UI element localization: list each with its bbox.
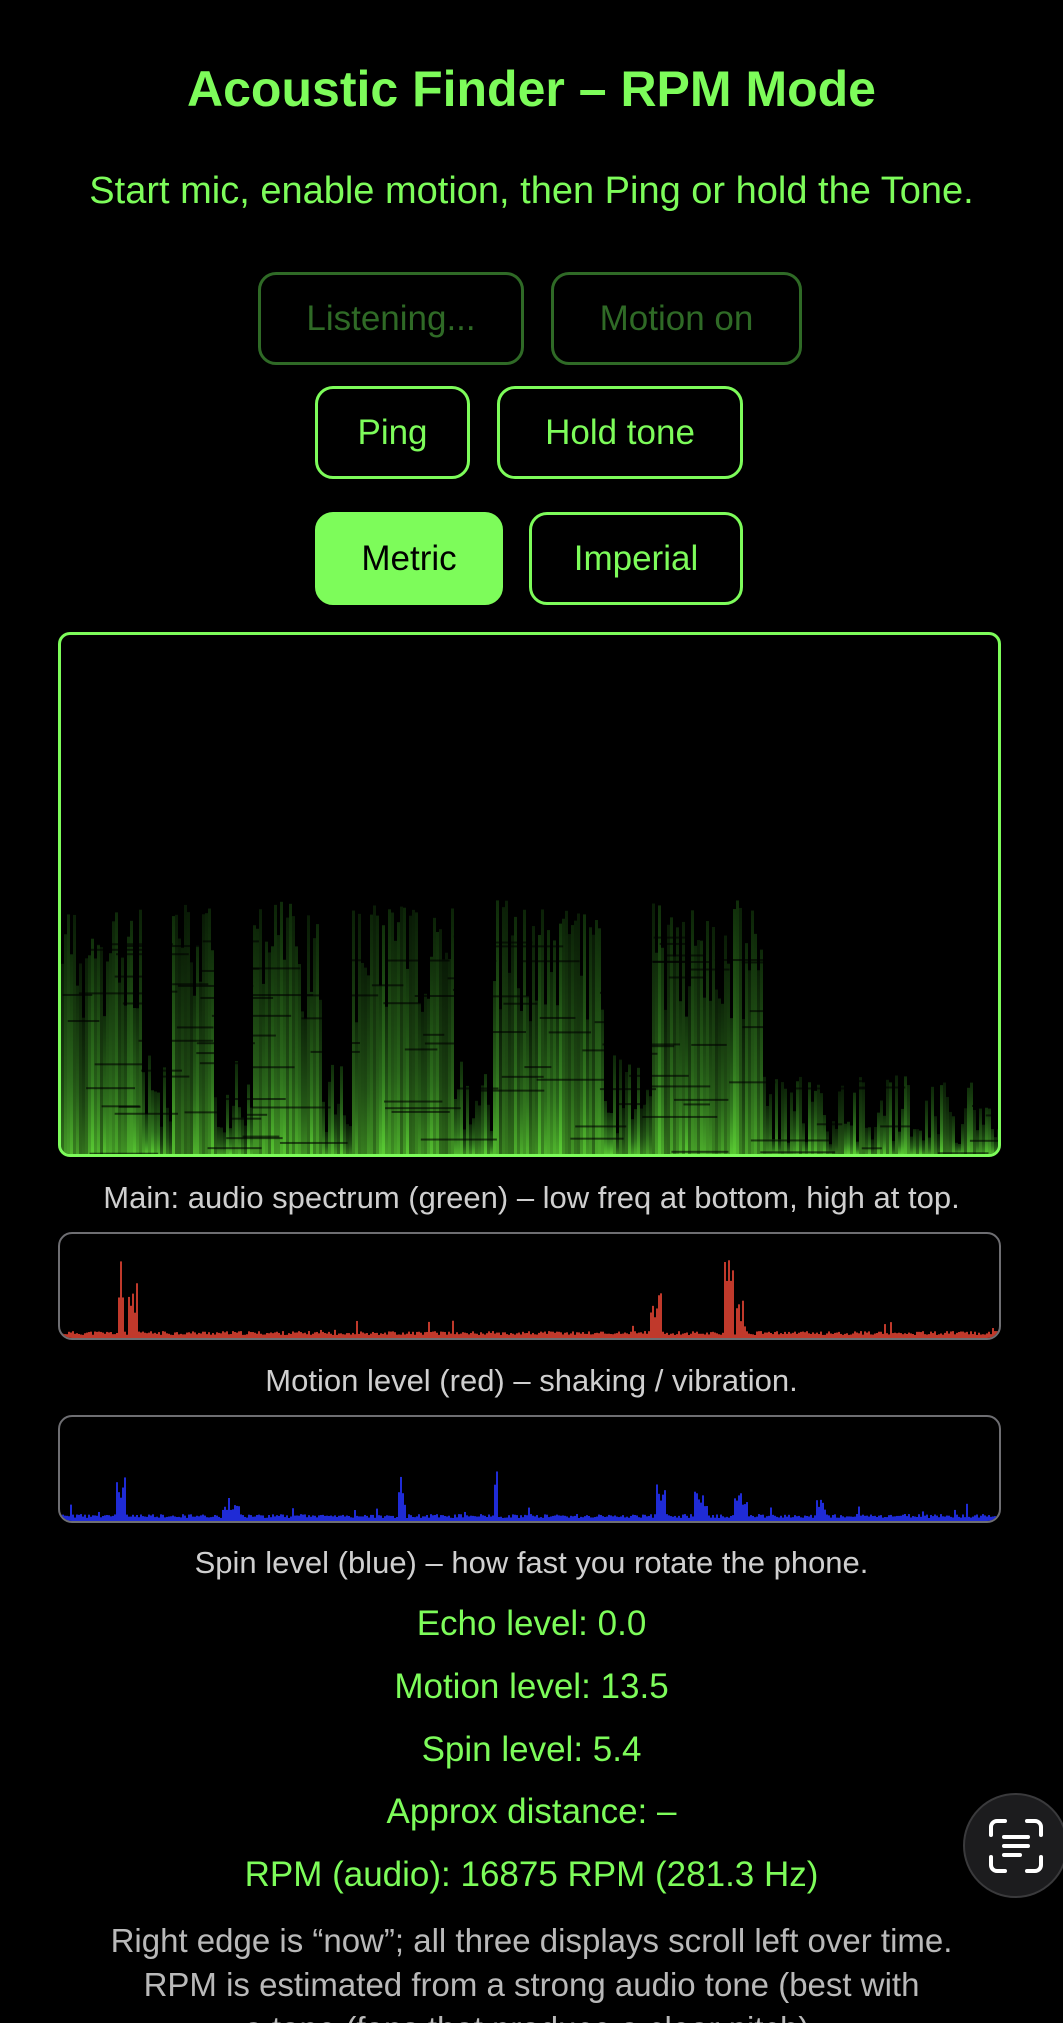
live-text-scan-button[interactable]: [963, 1793, 1063, 1898]
instructions-text: Start mic, enable motion, then Ping or h…: [89, 170, 974, 212]
spectrum-bands: [61, 900, 998, 1154]
spectrum-caption: Main: audio spectrum (green) – low freq …: [103, 1180, 960, 1215]
motion-level-readout: Motion level: 13.5: [394, 1667, 669, 1706]
distance-readout: Approx distance: –: [386, 1792, 677, 1831]
rpm-readout: RPM (audio): 16875 RPM (281.3 Hz): [244, 1855, 819, 1894]
enable-motion-button[interactable]: Motion on: [551, 272, 802, 365]
echo-level-readout: Echo level: 0.0: [416, 1604, 647, 1643]
footer-note-line1: Right edge is “now”; all three displays …: [110, 1922, 953, 1959]
spin-level-readout: Spin level: 5.4: [421, 1730, 642, 1769]
start-mic-button[interactable]: Listening...: [258, 272, 524, 365]
spectrum-canvas: [61, 900, 998, 1154]
text-scan-icon: [988, 1818, 1043, 1873]
spectrum-display: [58, 632, 1001, 1157]
motion-caption: Motion level (red) – shaking / vibration…: [265, 1363, 798, 1398]
spin-caption: Spin level (blue) – how fast you rotate …: [194, 1545, 869, 1580]
ping-button[interactable]: Ping: [315, 386, 470, 479]
hold-tone-button[interactable]: Hold tone: [497, 386, 743, 479]
spin-canvas: [60, 1471, 999, 1521]
spin-bars: [60, 1471, 999, 1521]
page-title: Acoustic Finder – RPM Mode: [187, 61, 876, 117]
footer-note-line3: a tone (fans that produce a clear pitch)…: [0, 2010, 1063, 2023]
motion-display: [58, 1232, 1001, 1340]
spin-display: [58, 1415, 1001, 1523]
imperial-toggle[interactable]: Imperial: [529, 512, 743, 605]
motion-canvas: [60, 1260, 999, 1338]
metric-toggle[interactable]: Metric: [315, 512, 503, 605]
motion-bars: [60, 1260, 999, 1338]
footer-note-line2: RPM is estimated from a strong audio ton…: [143, 1966, 920, 2003]
